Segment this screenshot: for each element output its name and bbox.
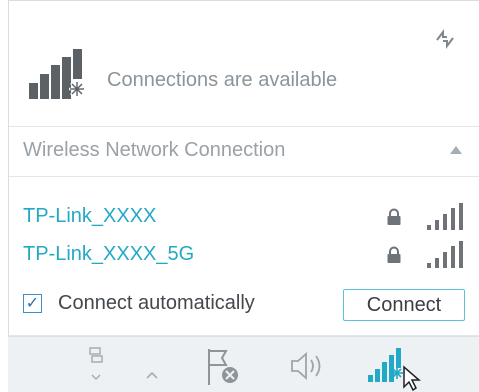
- wireless-section-header[interactable]: Wireless Network Connection: [9, 126, 479, 176]
- refresh-icon[interactable]: [432, 27, 458, 51]
- signal-strength-icon: [427, 203, 463, 230]
- lock-icon: [387, 208, 401, 225]
- connect-automatically-label: Connect automatically: [58, 292, 255, 314]
- divider: [9, 176, 479, 177]
- wireless-signal-icon[interactable]: [366, 345, 424, 391]
- mouse-cursor-icon: [403, 365, 422, 391]
- chevron-up-icon[interactable]: [450, 146, 462, 154]
- signal-bars-with-sparkle-icon: [29, 49, 85, 99]
- connect-button[interactable]: Connect: [343, 289, 465, 321]
- connection-status-text: Connections are available: [107, 69, 338, 91]
- section-title: Wireless Network Connection: [23, 139, 286, 161]
- signal-strength-icon: [427, 241, 463, 268]
- network-flyout: Connections are available Wireless Netwo…: [8, 0, 479, 336]
- action-center-flag-icon[interactable]: [204, 347, 242, 387]
- speaker-volume-icon[interactable]: [288, 349, 328, 383]
- network-ssid: TP-Link_XXXX_5G: [23, 243, 195, 265]
- lock-icon: [387, 246, 401, 263]
- network-devices-icon[interactable]: [88, 347, 104, 383]
- network-list-item[interactable]: TP-Link_XXXX: [9, 201, 479, 233]
- network-list-item[interactable]: TP-Link_XXXX_5G: [9, 239, 479, 271]
- show-hidden-icons-caret[interactable]: [146, 371, 158, 379]
- network-ssid: TP-Link_XXXX: [23, 205, 157, 227]
- taskbar: [8, 336, 479, 392]
- connect-automatically-checkbox[interactable]: ✓: [23, 294, 42, 313]
